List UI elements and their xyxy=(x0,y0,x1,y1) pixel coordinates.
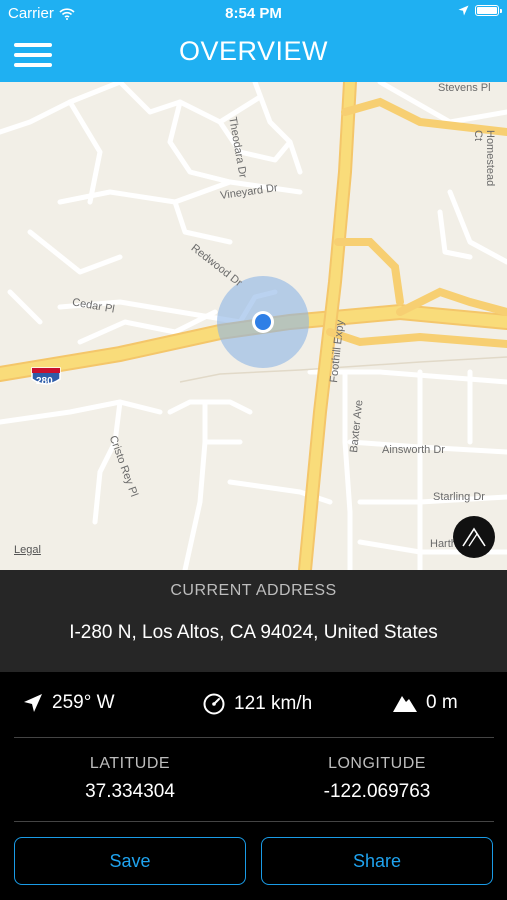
battery-icon xyxy=(475,5,502,16)
latitude-block: LATITUDE 37.334304 xyxy=(30,755,230,803)
status-time: 8:54 PM xyxy=(225,5,282,22)
heading-value: 259° W xyxy=(52,692,115,713)
coordinates-panel: LATITUDE 37.334304 LONGITUDE -122.069763 xyxy=(0,737,507,821)
longitude-value: -122.069763 xyxy=(323,781,431,802)
longitude-label: LONGITUDE xyxy=(328,755,426,772)
speedometer-icon xyxy=(203,693,225,715)
navigation-arrow-icon xyxy=(24,694,42,712)
altitude-value: 0 m xyxy=(426,692,458,713)
longitude-block: LONGITUDE -122.069763 xyxy=(277,755,477,803)
latitude-value: 37.334304 xyxy=(85,781,175,802)
heading-metric: 259° W xyxy=(22,692,115,714)
map-label-starling: Starling Dr xyxy=(433,491,485,503)
speed-metric: 121 km/h xyxy=(202,692,312,716)
share-button[interactable]: Share xyxy=(261,837,493,885)
location-arrow-icon xyxy=(458,5,469,16)
status-right xyxy=(458,5,502,16)
status-bar: Carrier 8:54 PM xyxy=(0,0,507,28)
mountain-icon xyxy=(462,527,486,547)
map-view[interactable]: 280 Theodara Dr Stevens Pl Homestead Ct … xyxy=(0,82,507,570)
page-title: OVERVIEW xyxy=(178,36,329,66)
map-label-highway-shield: 280 xyxy=(36,376,53,387)
speed-value: 121 km/h xyxy=(234,693,313,714)
map-roads xyxy=(0,82,507,570)
map-label-ainsworth: Ainsworth Dr xyxy=(382,444,445,456)
altitude-metric: 0 m xyxy=(392,692,458,714)
divider xyxy=(14,821,494,822)
nav-bar: OVERVIEW xyxy=(0,28,507,82)
metrics-row: 259° W 121 km/h 0 m xyxy=(0,672,507,736)
latitude-label: LATITUDE xyxy=(89,755,171,772)
address-label: CURRENT ADDRESS xyxy=(170,582,337,599)
map-tracking-button[interactable] xyxy=(453,516,495,558)
save-button[interactable]: Save xyxy=(14,837,246,885)
map-label-stevens: Stevens Pl xyxy=(438,82,491,94)
address-value: I-280 N, Los Altos, CA 94024, United Sta… xyxy=(69,622,438,643)
address-panel: CURRENT ADDRESS I-280 N, Los Altos, CA 9… xyxy=(0,570,507,672)
mountain-icon xyxy=(393,696,417,712)
map-legal-link[interactable]: Legal xyxy=(14,544,41,556)
map-label-homestead: Homestead Ct xyxy=(472,130,496,187)
